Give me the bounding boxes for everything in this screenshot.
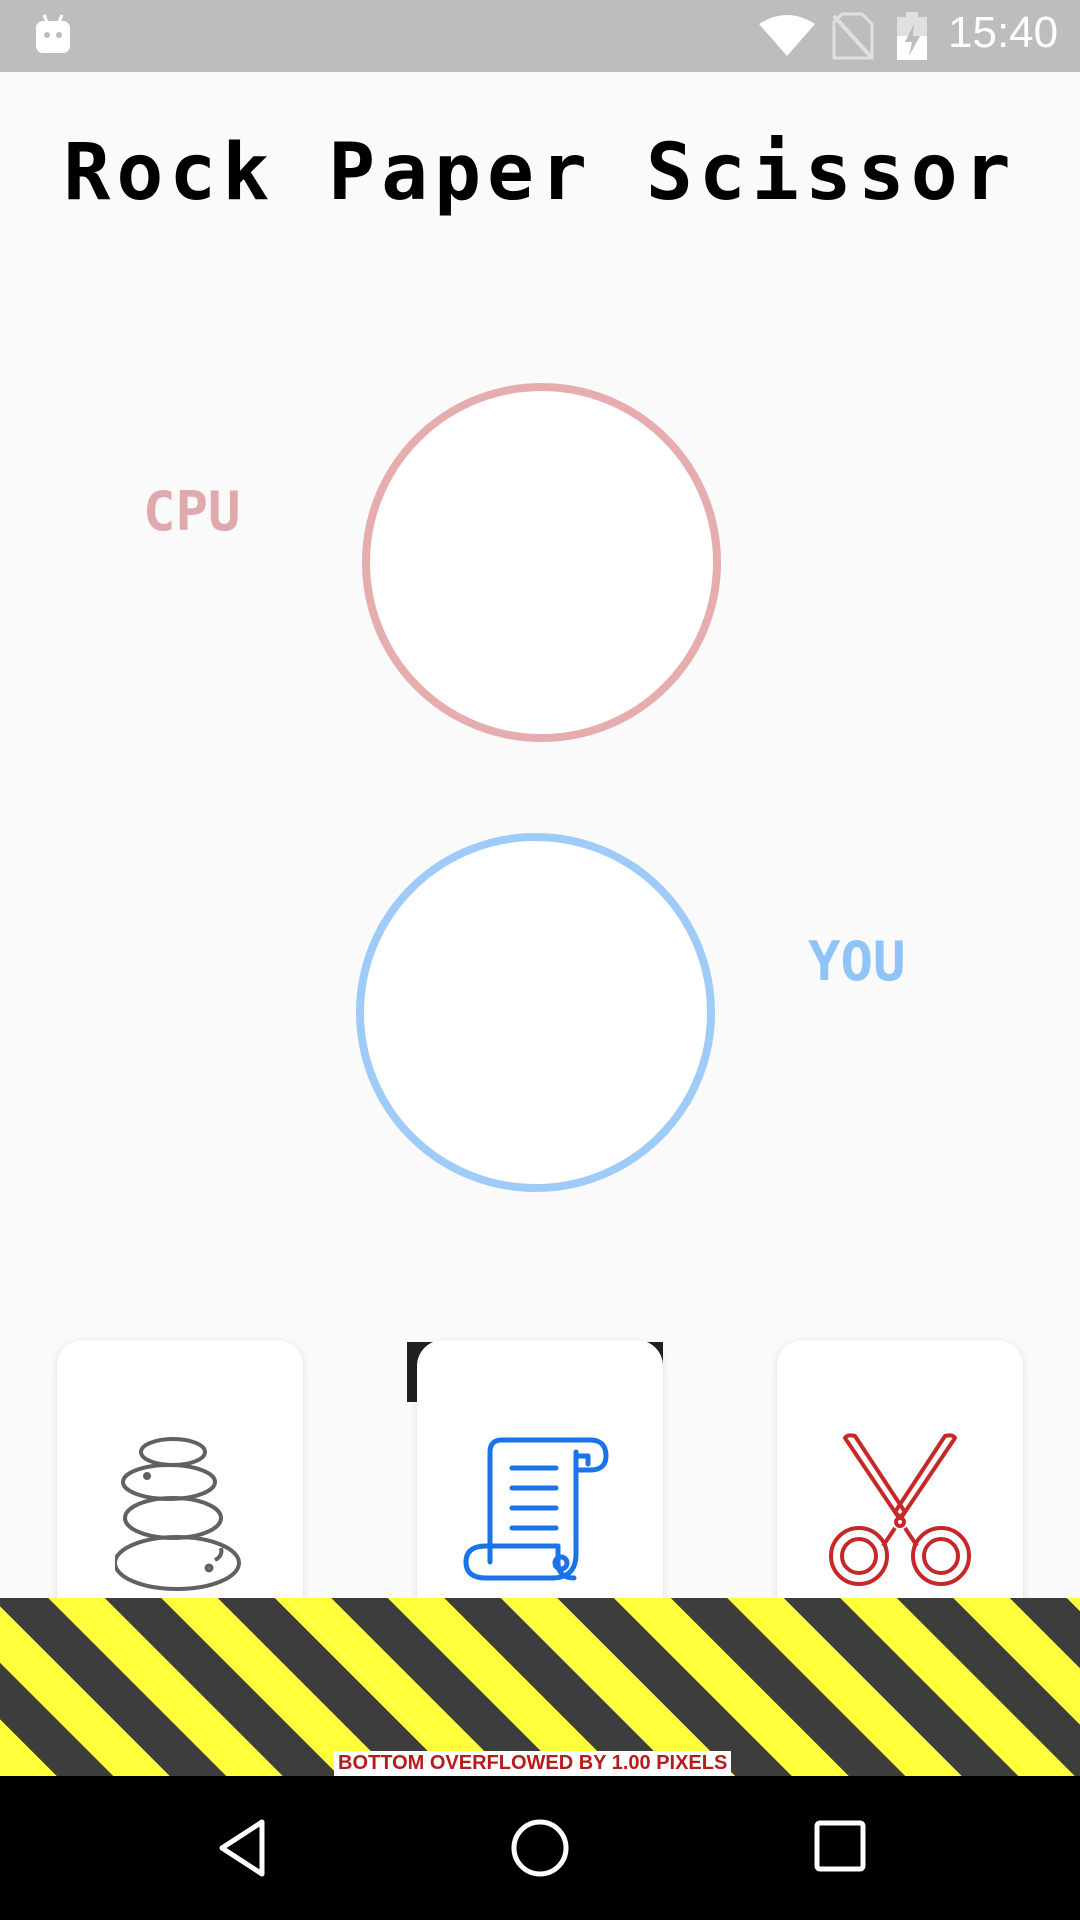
page-title: Rock Paper Scissor	[63, 128, 1017, 218]
wifi-icon	[759, 15, 815, 56]
you-label: YOU	[808, 930, 906, 993]
android-icon	[36, 14, 70, 53]
back-icon[interactable]	[212, 1816, 272, 1880]
scissor-button[interactable]	[777, 1340, 1023, 1640]
navigation-bar	[0, 1776, 1080, 1920]
overflow-warning-stripe	[0, 1598, 1080, 1776]
clock: 15:40	[948, 8, 1059, 57]
scroll-icon	[463, 1437, 609, 1581]
you-choice-circle	[356, 833, 715, 1192]
recents-icon[interactable]	[812, 1818, 868, 1874]
scissors-icon	[829, 1433, 971, 1586]
battery-charging-icon	[897, 12, 927, 60]
no-sim-icon	[832, 12, 874, 60]
stones-icon	[115, 1437, 241, 1591]
cpu-label: CPU	[143, 480, 241, 543]
paper-button[interactable]	[417, 1340, 663, 1640]
rock-button[interactable]	[57, 1340, 303, 1640]
status-bar: 15:40	[0, 0, 1080, 72]
overflow-warning-label: BOTTOM OVERFLOWED BY 1.00 PIXELS	[334, 1751, 732, 1776]
cpu-choice-circle	[362, 383, 721, 742]
home-icon[interactable]	[508, 1816, 572, 1880]
